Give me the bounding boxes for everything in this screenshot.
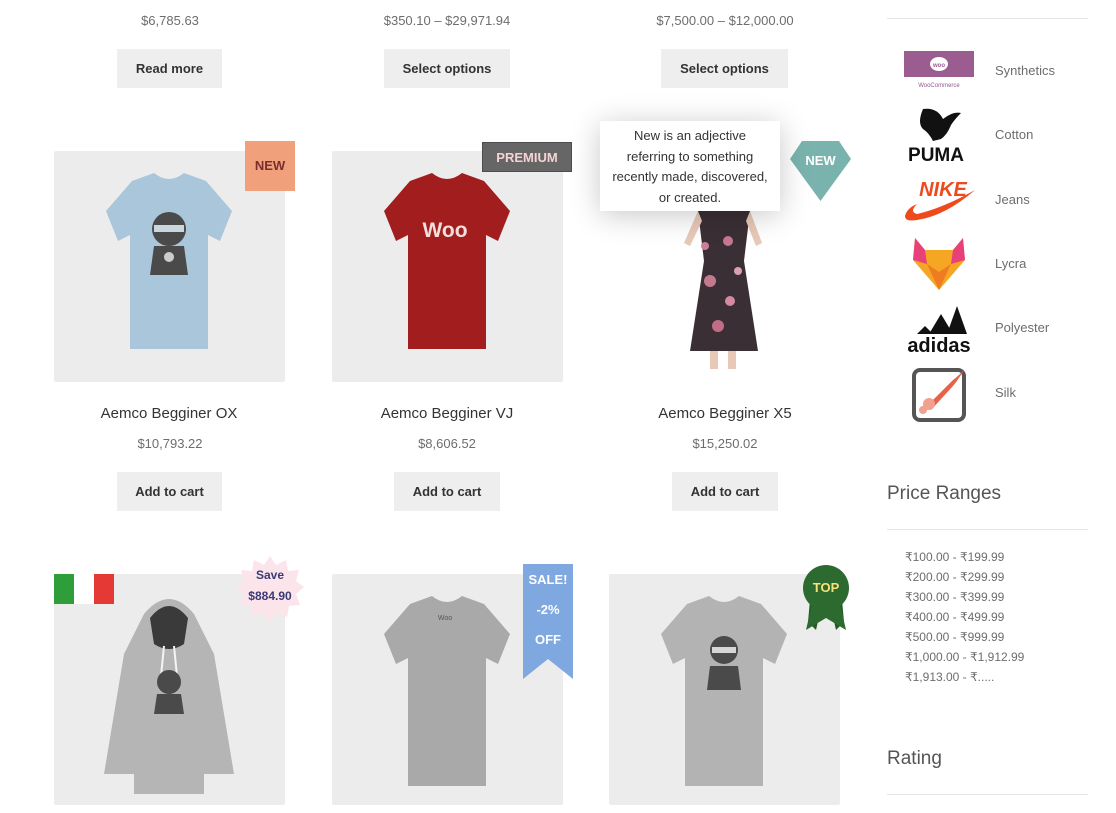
product-title[interactable]: Aemco Begginer OX [54, 405, 284, 422]
product-price: $10,793.22 [137, 436, 203, 451]
brand-label: Lycra [995, 256, 1027, 271]
product-image[interactable]: Woo [332, 151, 563, 382]
brand-label: Jeans [995, 192, 1030, 207]
woocommerce-logo-icon: woo WooCommerce [903, 47, 975, 105]
brand-filter-item[interactable]: adidas Polyester [900, 298, 1090, 356]
product-price: $8,606.52 [418, 436, 476, 451]
brand-label: Cotton [995, 127, 1034, 142]
brand-label: Polyester [995, 320, 1050, 335]
badge-save-label: Save [255, 568, 285, 582]
price-range-item[interactable]: ₹1,913.00 - ₹..... [905, 670, 994, 684]
brand-filter-item[interactable]: woo WooCommerce Synthetics [900, 47, 1090, 105]
rating-title: Rating [887, 748, 942, 769]
badge-new: NEW [245, 141, 295, 191]
read-more-button[interactable]: Read more [117, 49, 222, 88]
brand-filter-item[interactable]: Lycra [900, 234, 1090, 292]
price-ranges-title: Price Ranges [887, 483, 1002, 504]
italy-flag-icon [54, 574, 114, 604]
woocommerce-wordmark: WooCommerce [918, 83, 960, 89]
badge-premium: PREMIUM [482, 142, 572, 172]
top-product-price-3: $7,500.00 – $12,000.00 [656, 13, 794, 28]
sidebar-divider [887, 18, 1088, 19]
brand-filter-item[interactable]: PUMA Cotton [900, 105, 1090, 163]
price-range-item[interactable]: ₹200.00 - ₹299.99 [905, 570, 1004, 584]
select-options-button[interactable]: Select options [384, 49, 510, 88]
brand-filter-item[interactable]: NIKE Jeans [900, 170, 1090, 228]
fox-logo-icon [903, 234, 975, 292]
price-range-item[interactable]: ₹100.00 - ₹199.99 [905, 550, 1004, 564]
badge-new-diamond-label: NEW [805, 153, 836, 168]
sidebar-divider [887, 794, 1088, 795]
brand-label: Synthetics [995, 63, 1055, 78]
puma-wordmark: PUMA [908, 145, 964, 163]
svg-text:Woo: Woo [438, 615, 452, 622]
price-range-item[interactable]: ₹1,000.00 - ₹1,912.99 [905, 650, 1024, 664]
adidas-wordmark: adidas [907, 335, 970, 356]
add-to-cart-button[interactable]: Add to cart [117, 472, 222, 511]
product-price: $15,250.02 [692, 436, 758, 451]
badge-new-label: NEW [254, 158, 286, 173]
badge-sale-ribbon: SALE! -2% OFF [523, 564, 573, 679]
add-to-cart-button[interactable]: Add to cart [394, 472, 500, 511]
badge-premium-label: PREMIUM [496, 150, 558, 165]
price-range-item[interactable]: ₹300.00 - ₹399.99 [905, 590, 1004, 604]
badge-new-diamond: NEW [790, 141, 851, 201]
sidebar-divider [887, 529, 1088, 530]
select-options-button[interactable]: Select options [661, 49, 788, 88]
top-product-price-2: $350.10 – $29,971.94 [383, 13, 511, 28]
price-range-item[interactable]: ₹400.00 - ₹499.99 [905, 610, 1004, 624]
nike-wordmark: NIKE [919, 179, 967, 201]
add-to-cart-button[interactable]: Add to cart [672, 472, 778, 511]
badge-save: Save $884.90 [236, 556, 304, 622]
badge-top-label: TOP [812, 580, 840, 595]
rocket-logo-icon [903, 364, 975, 422]
svg-text:Woo: Woo [422, 219, 467, 242]
product-title[interactable]: Aemco Begginer X5 [610, 405, 840, 422]
svg-text:woo: woo [932, 63, 945, 69]
price-range-item[interactable]: ₹500.00 - ₹999.99 [905, 630, 1004, 644]
product-title[interactable]: Aemco Begginer VJ [332, 405, 562, 422]
badge-sale-line-1: SALE! [528, 572, 568, 587]
top-product-price-1: $6,785.63 [141, 13, 199, 28]
adidas-logo-icon: adidas [903, 298, 975, 356]
badge-save-amount: $884.90 [248, 589, 292, 603]
badge-top-rosette: TOP [802, 564, 850, 630]
badge-tooltip: New is an adjective referring to somethi… [600, 121, 780, 211]
brand-filter-item[interactable]: Silk [900, 364, 1090, 422]
brand-label: Silk [995, 385, 1016, 400]
badge-sale-line-2: -2% [536, 602, 560, 617]
nike-logo-icon: NIKE [903, 170, 975, 228]
puma-logo-icon: PUMA [903, 105, 975, 163]
badge-sale-line-3: OFF [535, 632, 561, 647]
